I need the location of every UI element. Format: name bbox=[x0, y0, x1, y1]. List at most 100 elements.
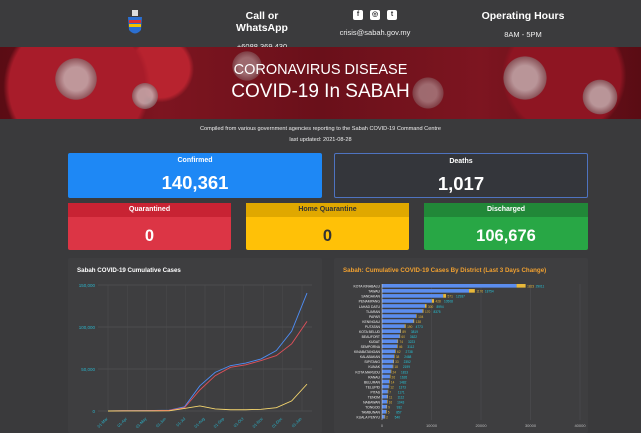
x-tick-label: 30000 bbox=[525, 423, 537, 428]
bar bbox=[382, 399, 388, 404]
hours-title: Operating Hours bbox=[481, 10, 565, 22]
deaths-card: Deaths 1,017 bbox=[334, 153, 588, 198]
value-label: 1043 bbox=[397, 400, 404, 404]
category-label: KUDAT bbox=[369, 340, 380, 344]
facebook-icon[interactable]: f bbox=[353, 10, 363, 20]
category-label: SIPITANG bbox=[364, 360, 380, 364]
y-tick-label: 150,000 bbox=[79, 283, 96, 288]
change-label: 62 bbox=[397, 350, 401, 354]
bar-change bbox=[386, 409, 387, 414]
value-label: 12937 bbox=[456, 295, 465, 299]
change-label: 428 bbox=[436, 300, 442, 304]
bar bbox=[382, 379, 390, 384]
bar bbox=[382, 394, 388, 399]
category-label: KENINGAU bbox=[362, 320, 380, 324]
twitter-icon[interactable]: t bbox=[387, 10, 397, 20]
x-tick-label: 01-Aug bbox=[193, 416, 206, 429]
category-label: TONGOD bbox=[365, 406, 380, 410]
discharged-label: Discharged bbox=[486, 206, 526, 213]
deaths-value: 1,017 bbox=[437, 173, 485, 194]
quarantined-card: Quarantined 0 bbox=[68, 203, 231, 250]
last-updated: last updated: 2021-08-28 bbox=[289, 137, 352, 143]
x-tick-label: 01-Sep bbox=[212, 416, 225, 429]
confirmed-label: Confirmed bbox=[177, 157, 213, 164]
bar bbox=[382, 304, 426, 308]
hours-section: Operating Hours 8AM - 5PM bbox=[478, 10, 568, 39]
bar-change bbox=[399, 334, 401, 338]
category-label: KUNAK bbox=[368, 365, 380, 369]
banner-subtitle: CORONAVIRUS DISEASE bbox=[233, 62, 408, 78]
bar-change bbox=[387, 394, 388, 399]
bar bbox=[382, 324, 405, 328]
compiled-note: Compiled from various government agencie… bbox=[200, 126, 441, 132]
y-tick-label: 0 bbox=[92, 409, 95, 414]
x-tick-label: 0 bbox=[381, 423, 384, 428]
cumulative-line-chart[interactable]: 150,000 100,000 50,000 001-Mar 01-Apr 01-May 0… bbox=[68, 258, 322, 433]
x-tick-label: 01-Jan bbox=[291, 416, 303, 428]
change-label: 1176 bbox=[476, 290, 483, 294]
district-bar-chart[interactable]: 0 10000 20000 30000 40000KOTA KINABALU 1823 29… bbox=[334, 258, 588, 433]
bar bbox=[382, 384, 389, 389]
category-label: PUTATAN bbox=[365, 325, 381, 329]
bar-change bbox=[422, 309, 424, 313]
value-label: 857 bbox=[396, 411, 402, 415]
bar bbox=[382, 354, 395, 359]
category-label: PAPAR bbox=[369, 315, 381, 319]
category-label: KOTA KINABALU bbox=[353, 285, 380, 289]
change-label: 7 bbox=[389, 390, 391, 394]
confirmed-card: Confirmed 140,361 bbox=[68, 153, 322, 198]
contact-email[interactable]: crisis@sabah.gov.my bbox=[330, 28, 420, 37]
bar-change bbox=[397, 344, 398, 349]
value-label: 1112 bbox=[398, 395, 405, 399]
category-label: KOTA MARUDU bbox=[355, 370, 380, 374]
x-tick-label: 01-Oct bbox=[232, 416, 245, 429]
change-label: 1823 bbox=[527, 285, 534, 289]
change-label: 11 bbox=[389, 395, 393, 399]
value-label: 8375 bbox=[433, 310, 440, 314]
value-label: 4773 bbox=[416, 325, 423, 329]
category-label: PENAMPANG bbox=[359, 300, 381, 304]
bar bbox=[382, 339, 398, 344]
change-label: 190 bbox=[407, 325, 413, 329]
change-label: 46 bbox=[399, 345, 403, 349]
hours-value: 8AM - 5PM bbox=[504, 30, 542, 39]
bar-change bbox=[404, 324, 406, 328]
value-label: 1373 bbox=[399, 385, 406, 389]
value-label: 1482 bbox=[399, 380, 406, 384]
category-label: TELUPID bbox=[366, 385, 381, 389]
bar-change bbox=[390, 369, 392, 374]
contact-section: Call or WhatsApp +6088 369 430 bbox=[222, 10, 302, 51]
value-label: 8994 bbox=[437, 305, 444, 309]
change-label: 89 bbox=[402, 330, 406, 334]
bar bbox=[382, 374, 390, 379]
change-label: 60 bbox=[401, 335, 405, 339]
value-label: 1171 bbox=[398, 390, 405, 394]
bar-change bbox=[431, 299, 435, 303]
change-label: 18 bbox=[394, 365, 398, 369]
category-label: LAHAD DATU bbox=[359, 305, 381, 309]
bar-change bbox=[389, 379, 390, 384]
category-label: SEMPORNA bbox=[361, 345, 381, 349]
change-label: 16 bbox=[389, 400, 393, 404]
category-label: TUARAN bbox=[366, 310, 380, 314]
change-label: 2 bbox=[386, 416, 388, 420]
bar-change bbox=[387, 389, 389, 394]
bar bbox=[382, 319, 414, 323]
x-tick-label: 01-May bbox=[135, 416, 148, 429]
value-label: 2199 bbox=[403, 365, 410, 369]
bar-change bbox=[389, 374, 391, 379]
x-tick-label: 01-Jul bbox=[175, 416, 186, 427]
x-tick-label: 20000 bbox=[475, 423, 487, 428]
contact-title: Call or WhatsApp bbox=[236, 10, 288, 34]
x-tick-label: 01-Dec bbox=[271, 416, 284, 429]
instagram-icon[interactable]: ◎ bbox=[370, 10, 380, 20]
value-label: 1813 bbox=[401, 370, 408, 374]
bar bbox=[382, 404, 387, 409]
change-label: 9 bbox=[388, 406, 390, 410]
confirmed-value: 140,361 bbox=[161, 172, 229, 193]
social-section: f ◎ t crisis@sabah.gov.my bbox=[330, 10, 420, 37]
bar-change bbox=[392, 364, 394, 369]
category-label: KUALA PENYU bbox=[356, 416, 380, 420]
quarantined-label: Quarantined bbox=[128, 206, 171, 213]
bar-change bbox=[469, 289, 475, 293]
